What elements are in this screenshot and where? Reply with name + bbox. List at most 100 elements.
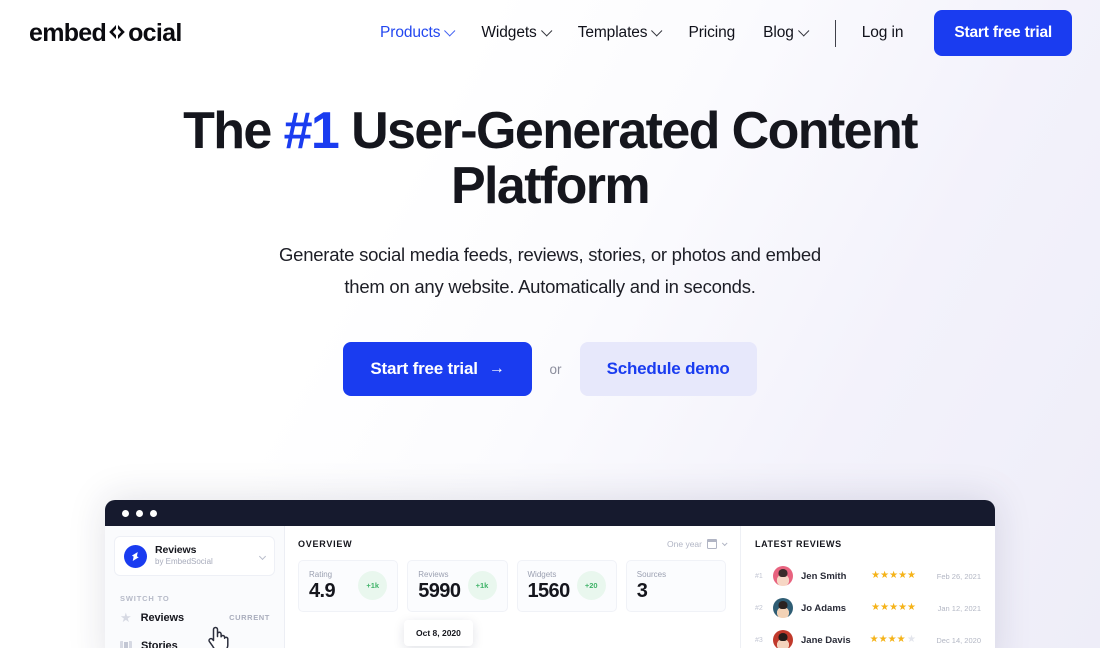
review-date: Jan 12, 2021: [937, 603, 981, 613]
app-switcher[interactable]: Reviews by EmbedSocial: [114, 536, 275, 576]
chart-date-tooltip: Oct 8, 2020: [404, 620, 473, 646]
stat-value: 1560: [527, 580, 571, 602]
rating-stars: ★★★★★: [871, 570, 916, 581]
stat-label: Rating: [309, 570, 333, 579]
stat-label: Sources: [636, 570, 667, 579]
login-link[interactable]: Log in: [852, 16, 914, 50]
stat-text: Widgets 1560: [527, 570, 571, 602]
chevron-down-icon: [258, 552, 267, 560]
stat-text: Rating 4.9: [309, 570, 336, 601]
landing-page: embed ocial Products Widgets Templates P…: [0, 0, 1100, 648]
hero-title-accent: #1: [283, 102, 340, 160]
stat-cards-row: Rating 4.9 +1k Reviews 5990 +1k Widgets …: [298, 560, 726, 612]
sidebar-item-stories[interactable]: Stories: [105, 632, 284, 648]
table-row[interactable]: #2 Jo Adams ★★★★★ Jan 12, 2021: [755, 592, 981, 624]
hero-title-part2: User-Generated Content Platform: [338, 102, 918, 215]
avatar: [773, 630, 793, 648]
overview-title: OVERVIEW: [298, 539, 353, 549]
overview-panel: OVERVIEW One year Rating 4.9 +1k Reviews…: [285, 526, 740, 648]
avatar: [773, 566, 793, 586]
sidebar-item-reviews[interactable]: ★ Reviews CURRENT: [105, 603, 284, 632]
switch-to-label: SWITCH TO: [120, 594, 170, 603]
table-row[interactable]: #3 Jane Davis ★★★★ ★ Dec 14, 2020: [755, 624, 981, 648]
nav-item-pricing[interactable]: Pricing: [674, 16, 749, 50]
sidebar-label-stories: Stories: [141, 640, 178, 648]
diamond-code-glyph-icon: [106, 22, 128, 42]
nav-item-templates[interactable]: Templates: [564, 16, 675, 50]
app-name: Reviews: [155, 544, 197, 557]
table-row[interactable]: #1 Jen Smith ★★★★★ Feb 26, 2021: [755, 560, 981, 592]
review-rank: #2: [755, 604, 763, 612]
header-start-free-trial-button[interactable]: Start free trial: [934, 10, 1072, 56]
review-date: Feb 26, 2021: [936, 571, 981, 581]
stat-value: 5990: [418, 580, 461, 602]
overview-header: OVERVIEW One year: [298, 538, 728, 549]
stat-value: 3: [636, 580, 648, 602]
app-switcher-text: Reviews by EmbedSocial: [155, 544, 213, 568]
review-date: Dec 14, 2020: [936, 635, 981, 645]
window-dot-icon: [150, 509, 157, 517]
nav-label-blog: Blog: [763, 24, 794, 41]
rating-stars: ★★★★★: [871, 602, 916, 613]
nav-label-widgets: Widgets: [481, 24, 537, 41]
hero-start-free-trial-button[interactable]: Start free trial →: [343, 342, 532, 396]
nav-label-pricing: Pricing: [688, 24, 736, 41]
sidebar-current-badge: CURRENT: [229, 613, 270, 622]
reviewer-name: Jane Davis: [801, 634, 851, 646]
stat-label: Reviews: [418, 570, 449, 579]
stat-delta-badge: +20: [576, 571, 606, 600]
arrow-right-icon: →: [488, 360, 505, 377]
rating-stars: ★★★★★: [869, 634, 916, 645]
reviewer-name: Jen Smith: [801, 570, 847, 582]
schedule-demo-button[interactable]: Schedule demo: [579, 342, 757, 396]
stat-card-sources: Sources 3: [625, 560, 726, 612]
hero-cta-primary-label: Start free trial: [370, 359, 478, 378]
chevron-down-icon: [797, 25, 810, 37]
hero-title: The #1 User-Generated Content Platform: [170, 104, 930, 214]
stat-label: Widgets: [527, 570, 557, 579]
stories-icon: [120, 640, 132, 648]
review-rank: #3: [755, 636, 763, 644]
hero-cta-row: Start free trial → or Schedule demo: [0, 342, 1100, 396]
mock-window-titlebar: [105, 500, 995, 526]
date-range-selector[interactable]: One year: [667, 538, 728, 549]
chevron-down-icon: [444, 25, 456, 37]
hero-title-part1: The: [183, 102, 284, 160]
nav-label-templates: Templates: [577, 24, 648, 41]
main-navigation: Products Widgets Templates Pricing Blog …: [366, 10, 1072, 56]
logo-text-prefix: embed: [29, 18, 107, 47]
stat-delta-badge: +1k: [358, 571, 388, 600]
nav-divider: [834, 19, 836, 47]
stat-text: Reviews 5990: [418, 570, 461, 602]
mock-window-body: Reviews by EmbedSocial SWITCH TO ★ Revie…: [105, 526, 995, 648]
stat-card-rating: Rating 4.9 +1k: [298, 560, 399, 612]
nav-item-blog[interactable]: Blog: [749, 16, 821, 50]
nav-item-products[interactable]: Products: [366, 16, 467, 50]
dashboard-sidebar: Reviews by EmbedSocial SWITCH TO ★ Revie…: [105, 526, 285, 648]
stat-card-reviews: Reviews 5990 +1k: [407, 560, 508, 612]
cta-or-separator: or: [549, 361, 562, 377]
stat-text: Sources 3: [637, 570, 666, 601]
chevron-down-icon: [721, 540, 728, 547]
calendar-icon: [706, 538, 718, 549]
hero-section: The #1 User-Generated Content Platform G…: [0, 104, 1100, 396]
star-icon: ★: [120, 610, 132, 625]
chevron-down-icon: [540, 25, 553, 37]
app-vendor: by EmbedSocial: [155, 557, 213, 567]
hero-subtitle: Generate social media feeds, reviews, st…: [279, 244, 821, 297]
latest-reviews-title: LATEST REVIEWS: [755, 539, 842, 549]
nav-item-widgets[interactable]: Widgets: [467, 16, 563, 50]
embedsocial-logo[interactable]: embed ocial: [29, 18, 182, 47]
stat-card-widgets: Widgets 1560 +20: [516, 560, 617, 612]
reviewer-name: Jo Adams: [801, 602, 847, 614]
avatar: [773, 598, 793, 618]
window-dot-icon: [136, 509, 143, 517]
site-header: embed ocial Products Widgets Templates P…: [0, 0, 1100, 66]
chevron-down-icon: [651, 25, 663, 37]
sidebar-label-reviews: Reviews: [140, 611, 184, 624]
nav-label-products: Products: [380, 24, 441, 41]
latest-reviews-panel: LATEST REVIEWS #1 Jen Smith ★★★★★ Feb 26…: [740, 526, 995, 648]
date-range-label: One year: [667, 539, 702, 549]
review-rank: #1: [755, 572, 763, 580]
embedsocial-mark-icon: [124, 544, 147, 568]
